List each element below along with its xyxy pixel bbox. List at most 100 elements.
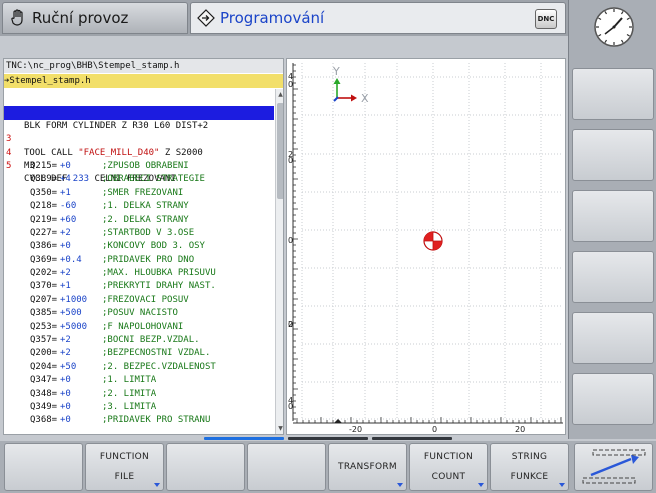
program-line[interactable]: Q350= +1 ;SMER FREZOVANI <box>4 187 274 200</box>
vertical-softkey-5[interactable] <box>572 312 654 364</box>
softkey-4[interactable] <box>247 443 326 491</box>
program-editor[interactable]: TNC:\nc_prog\BHB\Stempel_stamp.h ➔Stempe… <box>3 58 284 435</box>
program-line[interactable]: Q368= +0 ;PRIDAVEK PRO STRANU <box>4 414 274 427</box>
program-line[interactable]: Q369= +0.4 ;PRIDAVEK PRO DNO <box>4 254 274 267</box>
softkey-label-line1: FUNCTION <box>99 452 150 462</box>
param-value: +4 <box>60 174 71 185</box>
program-line[interactable]: 4 M3 <box>4 133 274 171</box>
program-line[interactable]: Q215= +0 ;ZPUSOB OBRABENI <box>4 160 274 173</box>
param-value: +1 <box>60 281 71 292</box>
x-axis-arrowhead <box>351 94 357 102</box>
param-value: +2 <box>60 227 71 238</box>
softkey-label-line1: FUNCTION <box>423 452 474 462</box>
softkey-label-line2: FUNKCE <box>510 472 549 482</box>
program-line-selected[interactable]: 2 ;ANY COMMENT <box>4 106 274 144</box>
param-value: +1000 <box>60 294 88 305</box>
softkey-function-file[interactable]: FUNCTION FILE <box>85 443 164 491</box>
scale-label-left: 2 <box>288 150 293 159</box>
softkey-1[interactable] <box>4 443 83 491</box>
param-name: Q386= <box>30 241 58 252</box>
clock-icon <box>593 6 635 48</box>
program-line[interactable]: Q370= +1 ;PREKRYTI DRAHY NAST. <box>4 280 274 293</box>
param-comment: ;OBRABECI STRATEGIE <box>102 174 205 185</box>
param-comment: ;POSUV NACISTO <box>102 308 178 319</box>
param-name: Q350= <box>30 187 58 198</box>
program-line[interactable]: Q204= +50 ;2. BEZPEC.VZDALENOST <box>4 361 274 374</box>
param-value: -60 <box>60 201 77 212</box>
program-line[interactable]: 1 BLK FORM CYLINDER Z R30 L60 DIST+2 <box>4 93 274 130</box>
param-name: Q202= <box>30 268 58 279</box>
param-name: Q368= <box>30 415 58 426</box>
program-line[interactable]: Q389= +4 ;OBRABECI STRATEGIE <box>4 173 274 186</box>
tab-programming[interactable]: Programování DNC <box>190 2 566 34</box>
program-line[interactable]: Q357= +2 ;BOCNI BEZP.VZDAL. <box>4 334 274 347</box>
program-line[interactable]: Q385= +500 ;POSUV NACISTO <box>4 307 274 320</box>
mode-header: Ruční provoz Programování DNC <box>0 0 568 36</box>
param-name: Q253= <box>30 321 58 332</box>
param-comment: ;ZPUSOB OBRABENI <box>102 160 189 171</box>
param-comment: ;F NAPOLOHOVANI <box>102 321 184 332</box>
program-line[interactable]: 3 TOOL CALL "FACE_MILL_D40" Z S2000 <box>4 120 274 157</box>
param-comment: ;SMER FREZOVANI <box>102 187 184 198</box>
scale-label-left: 0 <box>288 80 293 89</box>
program-line[interactable]: Q202= +2 ;MAX. HLOUBKA PRISUVU <box>4 267 274 280</box>
param-value: +1 <box>60 187 71 198</box>
scroll-down-icon[interactable]: ▼ <box>277 425 283 433</box>
vertical-softkey-3[interactable] <box>572 190 654 242</box>
dnc-icon[interactable]: DNC <box>535 9 557 29</box>
program-path: TNC:\nc_prog\BHB\Stempel_stamp.h <box>4 59 283 73</box>
vertical-softkey-6[interactable] <box>572 373 654 425</box>
param-value: +0 <box>60 160 71 171</box>
program-scrollbar[interactable]: ▲ ▼ <box>275 89 283 434</box>
program-line[interactable]: Q349= +0 ;3. LIMITA <box>4 401 274 414</box>
submenu-arrow-icon <box>397 483 403 487</box>
softkey-function-count[interactable]: FUNCTION COUNT <box>409 443 488 491</box>
param-comment: ;BOCNI BEZP.VZDAL. <box>102 335 200 346</box>
y-axis-label: Y <box>332 65 340 78</box>
param-name: Q215= <box>30 160 58 171</box>
scroll-thumb[interactable] <box>277 103 283 199</box>
softkey-transform[interactable]: TRANSFORM <box>328 443 407 491</box>
softkey-next-bar[interactable] <box>574 443 653 491</box>
param-name: Q369= <box>30 254 58 265</box>
program-line[interactable]: Q347= +0 ;1. LIMITA <box>4 374 274 387</box>
hand-icon <box>8 8 28 28</box>
scroll-up-icon[interactable]: ▲ <box>277 91 283 99</box>
vertical-softkey-4[interactable] <box>572 251 654 303</box>
scale-label-left: 0 <box>288 236 293 245</box>
program-lines: 1 BLK FORM CYLINDER Z R30 L60 DIST+2 2 ;… <box>4 93 274 428</box>
submenu-arrow-icon <box>154 483 160 487</box>
programming-diamond-icon <box>196 8 216 28</box>
scale-label-left: 4 <box>288 72 293 81</box>
scale-label-bottom: 20 <box>515 425 525 434</box>
program-line[interactable]: Q386= +0 ;KONCOVY BOD 3. OSY <box>4 240 274 253</box>
tab-manual-label: Ruční provoz <box>32 9 129 27</box>
program-line[interactable]: Q253= +5000 ;F NAPOLOHOVANI <box>4 321 274 334</box>
datum-quadrant <box>424 232 433 241</box>
program-line[interactable]: Q348= +0 ;2. LIMITA <box>4 388 274 401</box>
param-name: Q227= <box>30 227 58 238</box>
program-line[interactable]: Q200= +2 ;BEZPECNOSTNI VZDAL. <box>4 347 274 360</box>
param-value: +0 <box>60 375 71 386</box>
softkey-string-funkce[interactable]: STRING FUNKCE <box>490 443 569 491</box>
param-name: Q218= <box>30 201 58 212</box>
param-value: +0 <box>60 388 71 399</box>
program-line[interactable]: Q227= +2 ;STARTBOD V 3.OSE <box>4 227 274 240</box>
program-line[interactable]: Q207= +1000 ;FREZOVACI POSUV <box>4 294 274 307</box>
param-comment: ;1. LIMITA <box>102 375 157 386</box>
tab-programming-label: Programování <box>220 9 325 27</box>
datum-quadrant <box>433 241 442 250</box>
softkey-3[interactable] <box>166 443 245 491</box>
program-line[interactable]: Q218= -60 ;1. DELKA STRANY <box>4 200 274 213</box>
tab-manual-operation[interactable]: Ruční provoz <box>2 2 188 34</box>
vertical-softkey-2[interactable] <box>572 129 654 181</box>
param-comment: ;FREZOVACI POSUV <box>102 294 189 305</box>
program-graphics[interactable]: 0 0 0 0 0 4 2 2 4 -20 0 20 Y X <box>286 58 566 435</box>
param-name: Q219= <box>30 214 58 225</box>
vertical-softkey-1[interactable] <box>572 68 654 120</box>
param-comment: ;2. BEZPEC.VZDALENOST <box>102 361 216 372</box>
param-comment: ;PREKRYTI DRAHY NAST. <box>102 281 216 292</box>
dnc-label: DNC <box>537 15 555 23</box>
program-line[interactable]: Q219= +60 ;2. DELKA STRANY <box>4 214 274 227</box>
program-line[interactable]: 5 CYCL DEF 233 CELNI FREZOVANI <box>4 147 274 184</box>
